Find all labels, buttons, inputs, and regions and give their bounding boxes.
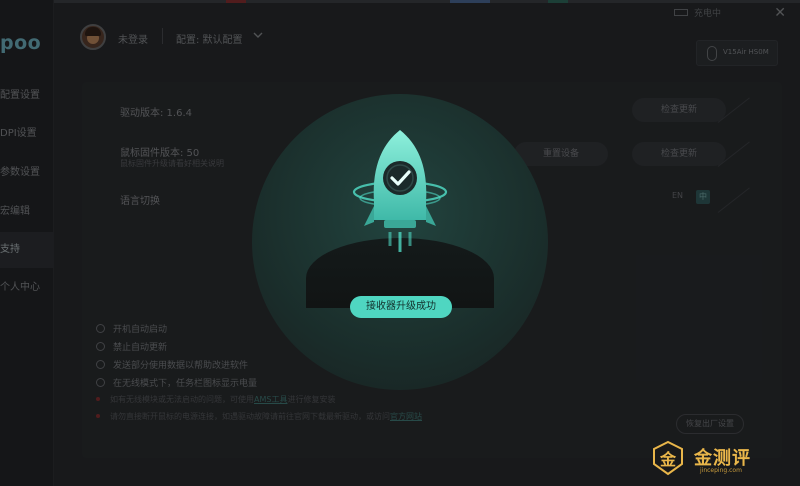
success-toast: 接收器升级成功	[350, 296, 452, 318]
app-window: poo 配置设置 DPI设置 参数设置 宏编辑 支持 个人中心 未登录 配置: …	[0, 0, 800, 486]
badge-glyph: 金	[659, 450, 677, 469]
rocket-success-icon	[352, 130, 448, 252]
watermark: 金 金测评 jinceping.com	[650, 440, 780, 480]
watermark-url: jinceping.com	[700, 467, 742, 474]
watermark-badge-icon: 金	[653, 440, 683, 476]
